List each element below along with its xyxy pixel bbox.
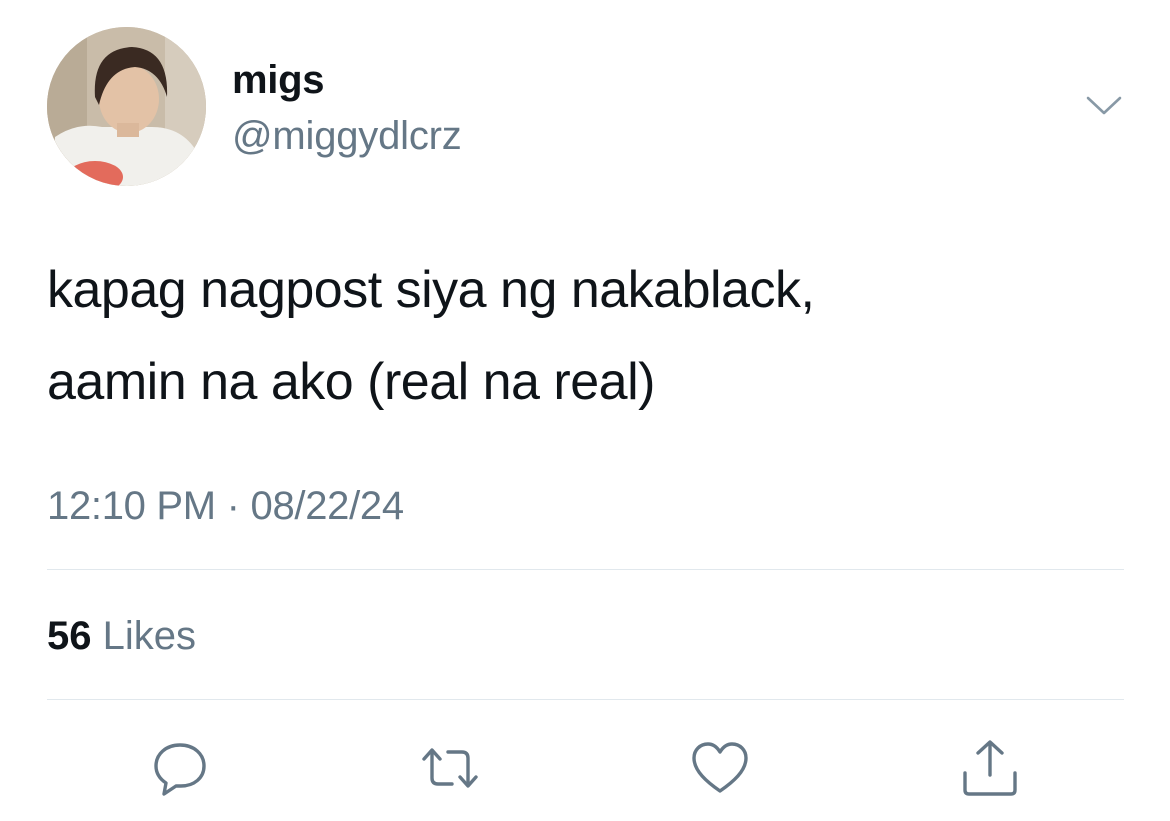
- timestamp-separator: ·: [226, 484, 240, 528]
- tweet-text-line: kapag nagpost siya ng nakablack,: [47, 261, 815, 319]
- like-button[interactable]: [688, 736, 752, 800]
- heart-icon: [692, 742, 748, 793]
- tweet-time: 12:10 PM: [47, 484, 216, 528]
- share-button[interactable]: [958, 736, 1022, 800]
- tweet-text: kapag nagpost siya ng nakablack, aamin n…: [47, 244, 1127, 428]
- likes-label: Likes: [102, 614, 197, 658]
- share-icon: [963, 740, 1017, 796]
- avatar-photo: [47, 27, 206, 186]
- chevron-down-icon[interactable]: [1084, 92, 1124, 120]
- display-name[interactable]: migs: [232, 56, 324, 104]
- timestamp[interactable]: 12:10 PM · 08/22/24: [47, 478, 404, 534]
- divider: [47, 699, 1124, 700]
- likes-count: 56: [47, 614, 92, 658]
- speech-bubble-icon: [154, 743, 206, 796]
- avatar[interactable]: [47, 27, 206, 186]
- likes-link[interactable]: 56 Likes: [47, 610, 196, 662]
- divider: [47, 569, 1124, 570]
- retweet-icon: [422, 748, 478, 788]
- tweet-date: 08/22/24: [250, 484, 405, 528]
- retweet-button[interactable]: [418, 736, 482, 800]
- tweet-text-line: aamin na ako (real na real): [47, 353, 655, 411]
- reply-button[interactable]: [148, 736, 212, 800]
- user-handle[interactable]: @miggydlcrz: [232, 112, 462, 160]
